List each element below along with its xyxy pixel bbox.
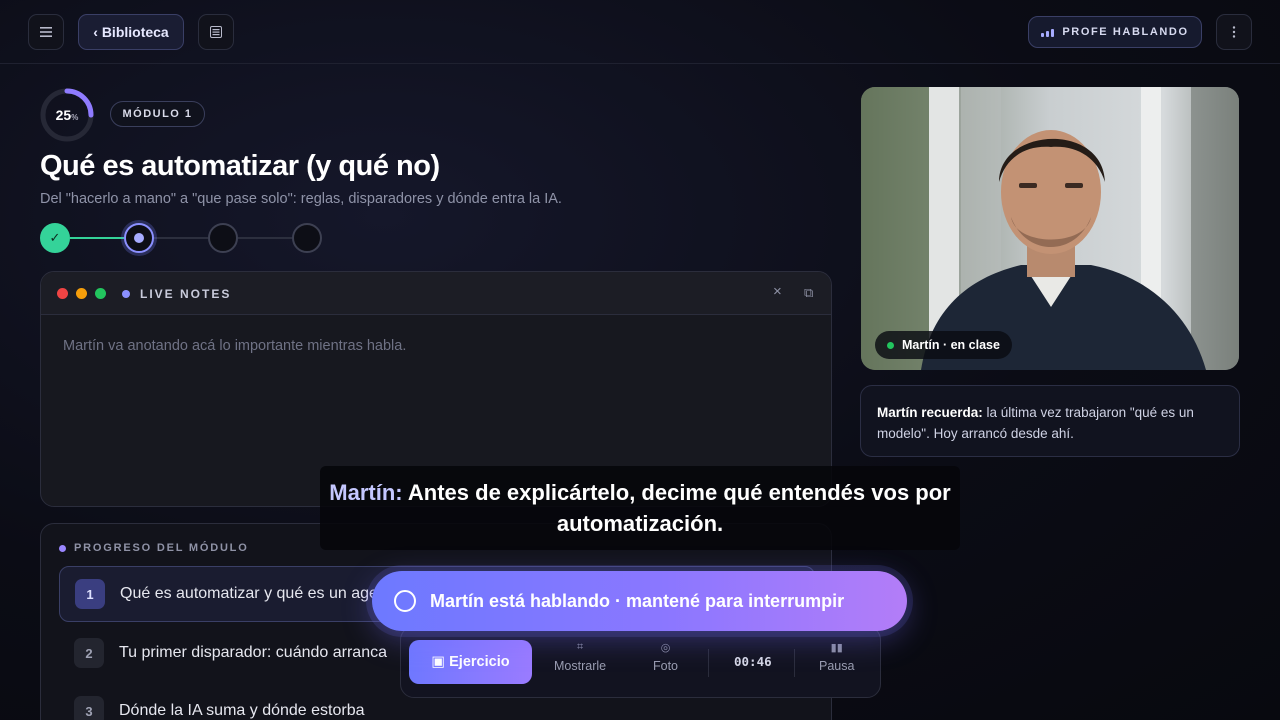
module-item-number: 1 bbox=[75, 579, 105, 609]
exercise-icon: ▣ bbox=[431, 654, 446, 670]
memory-recall-card: Martín recuerda: la última vez trabajaro… bbox=[860, 385, 1240, 457]
library-back-button[interactable]: ‹ Biblioteca bbox=[78, 14, 184, 50]
menu-button[interactable] bbox=[28, 14, 64, 50]
toolbar-divider bbox=[794, 649, 795, 677]
step-connector bbox=[154, 237, 208, 239]
exercise-button[interactable]: ▣ Ejercicio bbox=[409, 640, 532, 684]
step-4[interactable] bbox=[292, 223, 322, 253]
live-notes-placeholder: Martín va anotando acá lo importante mie… bbox=[63, 338, 407, 354]
live-indicator-dot bbox=[122, 290, 130, 298]
section-dot bbox=[59, 544, 66, 552]
show-button[interactable]: ⌗ Mostrarle bbox=[554, 641, 606, 673]
more-options-button[interactable] bbox=[1216, 14, 1252, 50]
module-item-number: 2 bbox=[74, 638, 104, 668]
camera-icon: ◎ bbox=[660, 642, 671, 654]
live-notes-title: LIVE NOTES bbox=[140, 287, 232, 301]
step-connector bbox=[238, 237, 292, 239]
toolbar-divider bbox=[708, 649, 709, 677]
lesson-title: Qué es automatizar (y qué no) bbox=[40, 150, 440, 182]
photo-button[interactable]: ◎ Foto bbox=[653, 641, 678, 673]
library-label: ‹ Biblioteca bbox=[93, 24, 169, 40]
recall-name: Martín recuerda: bbox=[877, 405, 983, 420]
list-icon bbox=[210, 26, 222, 38]
status-badge-label: PROFE HABLANDO bbox=[1062, 26, 1189, 38]
pause-button[interactable]: ▮▮ Pausa bbox=[819, 641, 854, 673]
step-3[interactable] bbox=[208, 223, 238, 253]
video-caption-chip: Martín · en clase bbox=[875, 331, 1012, 359]
more-vertical-icon bbox=[1232, 26, 1236, 38]
speaking-label: Martín está hablando · mantené para inte… bbox=[430, 590, 845, 611]
pause-label: Pausa bbox=[819, 659, 855, 673]
session-timer: 00:46 bbox=[734, 654, 772, 669]
show-label: Mostrarle bbox=[554, 659, 607, 673]
pause-icon: ▮▮ bbox=[830, 642, 843, 654]
module-progress-title: PROGRESO DEL MÓDULO bbox=[59, 542, 249, 554]
lesson-stepper: ✓ bbox=[40, 222, 330, 254]
live-caption: Martín: Antes de explicártelo, decime qu… bbox=[320, 466, 960, 550]
hold-circle-icon bbox=[394, 590, 416, 612]
teacher-video-frame bbox=[861, 87, 1239, 370]
live-notes-header: LIVE NOTES × ⧉ bbox=[41, 272, 831, 315]
window-close-dot bbox=[57, 288, 68, 299]
menu-icon bbox=[40, 27, 52, 37]
top-bar: ‹ Biblioteca PROFE HABLANDO bbox=[0, 0, 1280, 64]
caption-speaker: Martín: bbox=[329, 480, 403, 505]
step-connector bbox=[70, 237, 124, 239]
lesson-subtitle: Del "hacerlo a mano" a "que pase solo": … bbox=[40, 191, 562, 207]
interrupt-speaking-button[interactable]: Martín está hablando · mantené para inte… bbox=[372, 571, 907, 631]
live-status-dot bbox=[887, 341, 894, 349]
window-maximize-dot bbox=[95, 288, 106, 299]
hash-icon: ⌗ bbox=[576, 641, 584, 653]
close-icon[interactable]: × bbox=[773, 283, 782, 300]
step-1-completed[interactable]: ✓ bbox=[40, 223, 70, 253]
window-minimize-dot bbox=[76, 288, 87, 299]
exercise-label: Ejercicio bbox=[449, 654, 510, 670]
progress-percent: 25% bbox=[55, 107, 79, 123]
notes-toggle-button[interactable] bbox=[198, 14, 234, 50]
teacher-video[interactable]: Martín · en clase bbox=[861, 87, 1239, 370]
module-item-number: 3 bbox=[74, 696, 104, 720]
module-item-label: Qué es automatizar y qué es un agente bbox=[120, 585, 401, 602]
module-item-label: Dónde la IA suma y dónde estorba bbox=[119, 702, 365, 719]
check-icon: ✓ bbox=[49, 230, 61, 245]
audio-bars-icon bbox=[1041, 28, 1055, 37]
teacher-speaking-badge: PROFE HABLANDO bbox=[1028, 16, 1202, 48]
lesson-toolbar: ▣ Ejercicio ⌗ Mostrarle ◎ Foto 00:46 ▮▮ … bbox=[400, 626, 881, 698]
module-badge: MÓDULO 1 bbox=[110, 101, 205, 127]
photo-label: Foto bbox=[653, 659, 679, 673]
module-item-label: Tu primer disparador: cuándo arranca bbox=[119, 644, 387, 661]
step-2-current[interactable] bbox=[124, 223, 154, 253]
caption-text: Antes de explicártelo, decime qué entend… bbox=[402, 480, 951, 536]
popout-icon[interactable]: ⧉ bbox=[804, 285, 813, 301]
